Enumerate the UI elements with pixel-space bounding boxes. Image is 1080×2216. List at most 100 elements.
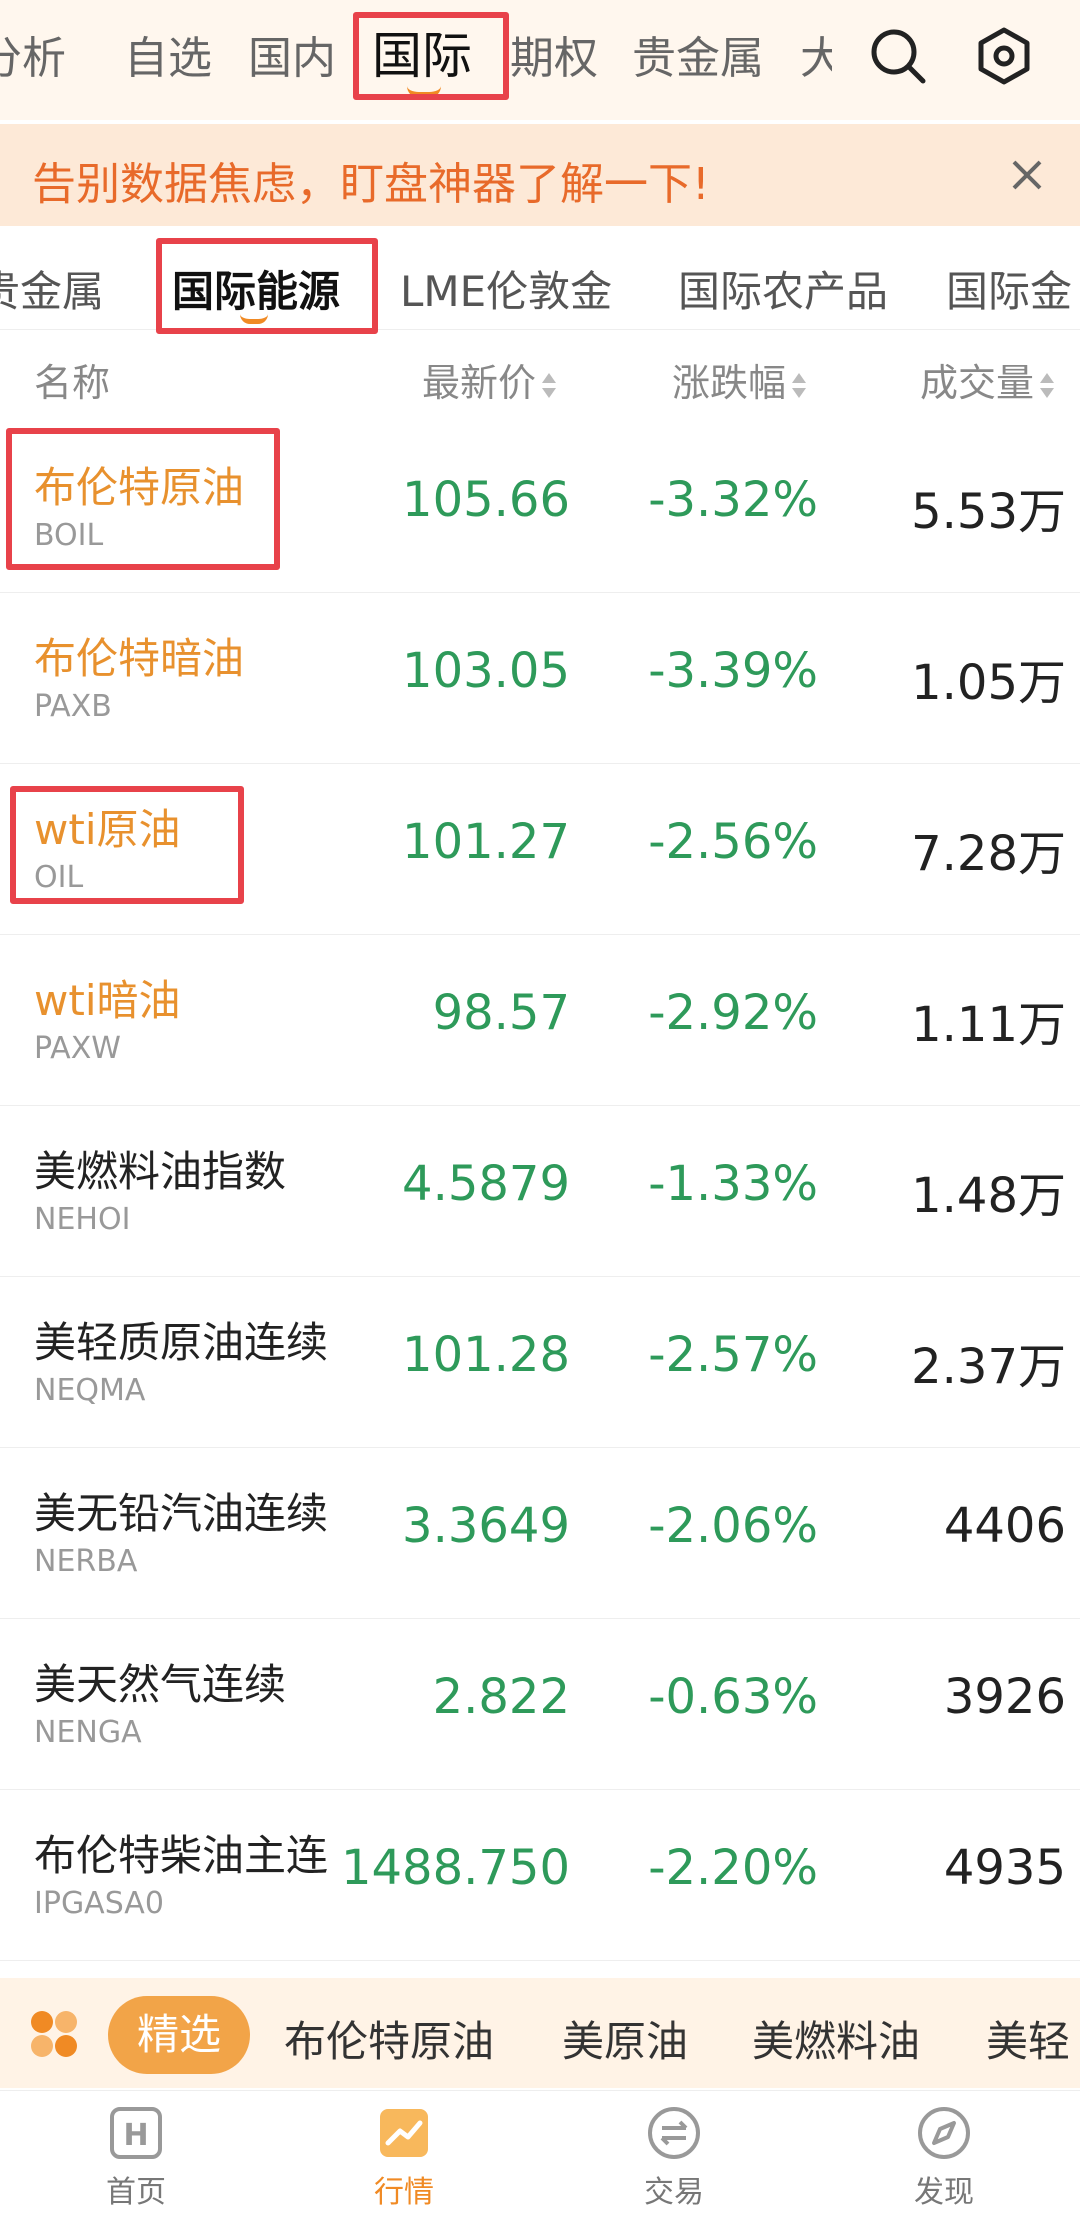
- instrument-code: NEHOI: [34, 1202, 131, 1237]
- change-percent: -2.06%: [648, 1498, 818, 1554]
- tab-domestic[interactable]: 国内: [248, 22, 336, 86]
- app-screen: 分析 自选 国内 国际 期权 贵金属 大 告别数据焦虑，盯盘神器了解一下! 贵金…: [0, 0, 1080, 2216]
- subtab-precious-metals[interactable]: 贵金属: [0, 258, 104, 319]
- table-row[interactable]: 布伦特柴油主连 IPGASA0 1488.750 -2.20% 4935: [0, 1790, 1080, 1961]
- nav-label: 首页: [106, 2175, 166, 2210]
- volume: 4935: [943, 1840, 1066, 1896]
- header-price[interactable]: 最新价: [422, 352, 557, 407]
- tab-watchlist[interactable]: 自选: [124, 22, 212, 86]
- promo-banner[interactable]: 告别数据焦虑，盯盘神器了解一下!: [0, 124, 1080, 226]
- instrument-code: PAXB: [34, 689, 112, 724]
- header-name: 名称: [34, 361, 111, 405]
- table-row[interactable]: 美轻质原油连续 NEQMA 101.28 -2.57% 2.37万: [0, 1277, 1080, 1448]
- banner-text: 告别数据焦虑，盯盘神器了解一下!: [32, 159, 710, 210]
- instrument-name: 美燃料油指数: [34, 1147, 287, 1196]
- instrument-code: NENGA: [34, 1715, 142, 1750]
- volume: 5.53万: [911, 484, 1066, 540]
- nav-label: 行情: [374, 2175, 434, 2210]
- last-price: 105.66: [402, 472, 570, 528]
- instrument-code: PAXW: [34, 1031, 121, 1066]
- nav-discover[interactable]: 发现: [874, 2101, 1014, 2211]
- annotation-box-row3: [10, 786, 244, 904]
- tab-analysis[interactable]: 分析: [0, 22, 66, 86]
- instrument-name: 美无铅汽油连续: [34, 1489, 329, 1538]
- quick-chip[interactable]: 布伦特原油: [284, 2008, 494, 2069]
- nav-label: 交易: [644, 2175, 704, 2210]
- instrument-name: 布伦特暗油: [34, 634, 245, 683]
- tab-precious-metals[interactable]: 贵金属: [632, 22, 764, 86]
- change-percent: -2.92%: [648, 985, 818, 1041]
- change-percent: -0.63%: [648, 1669, 818, 1725]
- change-percent: -3.32%: [648, 472, 818, 528]
- last-price: 1488.750: [340, 1840, 570, 1896]
- last-price: 101.28: [402, 1327, 570, 1383]
- annotation-box-row1: [6, 428, 280, 570]
- table-row[interactable]: 布伦特暗油 PAXB 103.05 -3.39% 1.05万: [0, 593, 1080, 764]
- instrument-code: IPGASA0: [34, 1886, 164, 1921]
- change-percent: -2.20%: [648, 1840, 818, 1896]
- table-header: 名称 最新价 涨跌幅 成交量: [0, 330, 1080, 422]
- table-row[interactable]: 美天然气连续 NENGA 2.822 -0.63% 3926: [0, 1619, 1080, 1790]
- last-price: 3.3649: [402, 1498, 570, 1554]
- close-icon[interactable]: [1002, 150, 1052, 200]
- nav-market[interactable]: 行情: [334, 2101, 474, 2211]
- change-percent: -3.39%: [648, 643, 818, 699]
- search-icon[interactable]: [868, 26, 928, 86]
- quick-category-bar: 精选 布伦特原油 美原油 美燃料油 美轻: [0, 1978, 1080, 2088]
- tab-label: 分析: [0, 33, 66, 84]
- nav-trade[interactable]: 交易: [604, 2101, 744, 2211]
- volume: 1.05万: [911, 655, 1066, 711]
- subtab-intl-gold[interactable]: 国际金: [946, 258, 1072, 319]
- instrument-name: 美轻质原油连续: [34, 1318, 329, 1367]
- settings-hexagon-icon[interactable]: [974, 26, 1034, 86]
- last-price: 98.57: [432, 985, 570, 1041]
- grid-icon[interactable]: [28, 2008, 80, 2060]
- header-volume-label: 成交量: [920, 361, 1035, 405]
- table-row[interactable]: 美无铅汽油连续 NERBA 3.3649 -2.06% 4406: [0, 1448, 1080, 1619]
- instrument-name: 美天然气连续: [34, 1660, 287, 1709]
- quick-chip[interactable]: 美燃料油: [752, 2008, 920, 2069]
- home-icon: H: [110, 2107, 162, 2159]
- nav-home[interactable]: H 首页: [66, 2101, 206, 2211]
- top-nav: 分析 自选 国内 国际 期权 贵金属 大: [0, 0, 1080, 120]
- subtab-lme[interactable]: LME伦敦金: [400, 258, 612, 319]
- header-change[interactable]: 涨跌幅: [672, 352, 807, 407]
- header-volume[interactable]: 成交量: [920, 352, 1055, 407]
- volume: 7.28万: [911, 826, 1066, 882]
- annotation-box-subtab: [156, 238, 378, 334]
- sort-icon[interactable]: [792, 371, 807, 401]
- svg-text:H: H: [123, 2118, 148, 2153]
- change-percent: -1.33%: [648, 1156, 818, 1212]
- last-price: 103.05: [402, 643, 570, 699]
- last-price: 101.27: [402, 814, 570, 870]
- instrument-code: NEQMA: [34, 1373, 146, 1408]
- quick-chip[interactable]: 美轻: [986, 2008, 1070, 2069]
- discover-compass-icon: [918, 2107, 970, 2159]
- market-chart-icon: [380, 2109, 428, 2157]
- instrument-code: NERBA: [34, 1544, 138, 1579]
- table-row[interactable]: wti暗油 PAXW 98.57 -2.92% 1.11万: [0, 935, 1080, 1106]
- sub-nav: 贵金属 国际能源 LME伦敦金 国际农产品 国际金: [0, 230, 1080, 334]
- sort-icon[interactable]: [1040, 371, 1055, 401]
- tab-options[interactable]: 期权: [510, 22, 598, 86]
- instrument-name: 布伦特柴油主连: [34, 1831, 329, 1880]
- volume: 3926: [943, 1669, 1066, 1725]
- subtab-intl-agri[interactable]: 国际农产品: [678, 258, 888, 319]
- tab-more[interactable]: 大: [800, 22, 832, 86]
- change-percent: -2.57%: [648, 1327, 818, 1383]
- header-change-label: 涨跌幅: [672, 361, 787, 405]
- volume: 1.48万: [911, 1168, 1066, 1224]
- volume: 1.11万: [911, 997, 1066, 1053]
- instrument-name: wti暗油: [34, 976, 181, 1025]
- header-price-label: 最新价: [422, 361, 537, 405]
- change-percent: -2.56%: [648, 814, 818, 870]
- last-price: 4.5879: [402, 1156, 570, 1212]
- sort-icon[interactable]: [542, 371, 557, 401]
- volume: 4406: [943, 1498, 1066, 1554]
- quick-chip[interactable]: 美原油: [562, 2008, 688, 2069]
- last-price: 2.822: [432, 1669, 570, 1725]
- quick-chip-selected[interactable]: 精选: [108, 1996, 250, 2074]
- nav-label: 发现: [914, 2175, 974, 2210]
- table-row[interactable]: 美燃料油指数 NEHOI 4.5879 -1.33% 1.48万: [0, 1106, 1080, 1277]
- bottom-nav: H 首页 行情 交易 发现: [0, 2090, 1080, 2216]
